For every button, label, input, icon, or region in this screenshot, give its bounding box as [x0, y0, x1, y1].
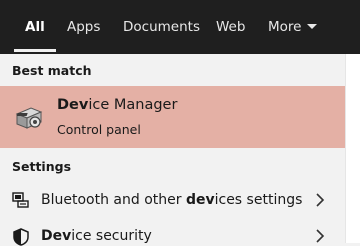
preview-pane-edge — [345, 54, 360, 243]
best-match-header: Best match — [12, 63, 92, 78]
chevron-right-icon — [316, 229, 325, 243]
best-match-result[interactable] — [0, 86, 345, 148]
label-post: ices settings — [214, 192, 303, 208]
tab-all[interactable]: All — [25, 19, 45, 35]
best-match-subtitle: Control panel — [57, 122, 141, 137]
chevron-right-icon — [316, 193, 325, 207]
title-match-text: Dev — [57, 97, 89, 113]
tab-documents[interactable]: Documents — [123, 19, 200, 35]
bluetooth-devices-icon — [12, 192, 29, 208]
tab-more[interactable]: More — [268, 19, 318, 35]
results-panel — [0, 54, 360, 243]
label-post: ice security — [71, 228, 152, 244]
tab-apps[interactable]: Apps — [67, 19, 100, 35]
tab-all-underline — [14, 49, 56, 52]
device-manager-icon — [15, 107, 43, 129]
tab-more-label: More — [268, 19, 302, 35]
settings-item-label: Device security — [41, 228, 152, 244]
shield-icon — [13, 228, 29, 246]
label-match: dev — [185, 192, 215, 208]
settings-header: Settings — [12, 159, 72, 174]
settings-item-label: Bluetooth and other devices settings — [41, 192, 302, 208]
tab-web[interactable]: Web — [216, 19, 245, 35]
title-rest-text: ice Manager — [88, 97, 178, 113]
label-match: Dev — [41, 228, 72, 244]
search-filter-tabbar: All Apps Documents Web More — [0, 0, 360, 54]
label-pre: Bluetooth and other — [41, 192, 186, 208]
chevron-down-icon — [307, 23, 318, 29]
best-match-title: Device Manager — [57, 97, 177, 113]
